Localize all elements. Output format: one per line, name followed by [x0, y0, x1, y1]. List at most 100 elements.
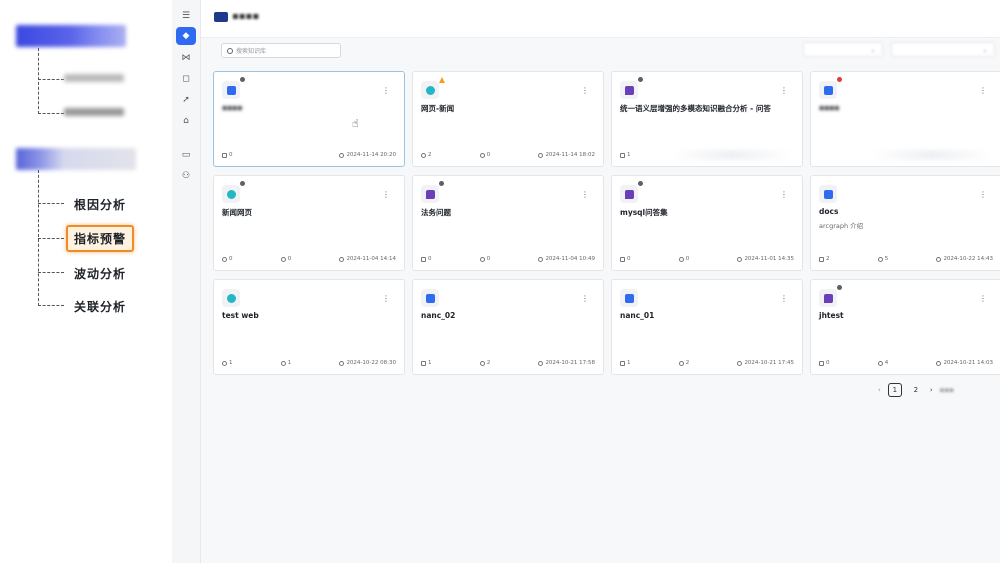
knowledge-icon[interactable]: ◆ [176, 27, 196, 45]
date-value: 2024-11-01 14:35 [744, 256, 794, 262]
date-value: 2024-10-21 17:45 [744, 360, 794, 366]
filter-select-2[interactable]: ⌄ [891, 42, 995, 57]
card-title: test web [222, 311, 259, 320]
card-footer: 0 4 2024-10-21 14:03 [819, 358, 993, 368]
chat-bubble-icon [620, 81, 638, 99]
more-options-icon[interactable]: ⋮ [979, 86, 987, 95]
more-options-icon[interactable]: ⋮ [382, 86, 390, 95]
more-options-icon[interactable]: ⋮ [581, 294, 589, 303]
knowledge-card[interactable]: ⋮ docs arcgraph 介绍 2 5 2024-10-22 14:43 [810, 175, 1000, 271]
link-count-value: 0 [685, 256, 690, 262]
clock-icon [339, 152, 345, 158]
link-count-value: 0 [287, 256, 292, 262]
knowledge-card[interactable]: ⋮ mysql问答集 0 0 2024-11-01 14:35 [611, 175, 803, 271]
updated-date: 2024-10-22 08:30 [339, 360, 396, 366]
tree-item-fluctuation[interactable]: 波动分析 [74, 265, 126, 282]
tree-item-root-cause[interactable]: 根因分析 [74, 196, 126, 213]
link-count-value: 2 [486, 360, 491, 366]
card-footer: 0 0 2024-11-01 14:35 [620, 254, 794, 264]
chat-bubble-icon [819, 289, 837, 307]
card-footer: 1 2 2024-10-21 17:58 [421, 358, 595, 368]
card-title: nanc_01 [620, 311, 655, 320]
clock-icon [538, 360, 544, 366]
search-input[interactable]: 搜索知识库 [221, 43, 341, 58]
chat-bubble-icon [421, 185, 439, 203]
item-count-value: 0 [229, 256, 233, 262]
user-settings-icon[interactable]: ⚇ [179, 169, 193, 183]
knowledge-card[interactable]: ⋮ test web 1 1 2024-10-22 08:30 [213, 279, 405, 375]
more-options-icon[interactable]: ⋮ [979, 190, 987, 199]
more-options-icon[interactable]: ⋮ [780, 86, 788, 95]
list-icon[interactable]: ☰ [179, 9, 193, 23]
status-dot [638, 181, 643, 186]
main-panel: ▪▪▪▪ 搜索知识库 ⌄ ⌄ ⋮ ▪▪▪▪ 0 2024-11-14 20:20 ⋮ 网页… [201, 0, 1000, 563]
item-count-value: 0 [229, 152, 233, 158]
card-footer: 0 0 2024-11-04 14:14 [222, 254, 396, 264]
globe-icon [421, 81, 439, 99]
link-icon [479, 152, 485, 158]
link-count: 1 [280, 360, 291, 366]
rocket-icon[interactable]: ➚ [179, 93, 193, 107]
item-count: 2 [819, 256, 830, 262]
more-options-icon[interactable]: ⋮ [780, 190, 788, 199]
graph-icon[interactable]: ⋈ [179, 51, 193, 65]
search-icon [227, 47, 233, 54]
status-dot [638, 77, 643, 82]
knowledge-card[interactable]: ⋮ ▪▪▪▪ 0 2024-11-14 20:20 [213, 71, 405, 167]
database-icon[interactable]: ⌂ [179, 114, 193, 128]
item-count: 0 [620, 256, 631, 262]
chat-bubble-icon [620, 185, 638, 203]
knowledge-card[interactable]: ⋮ 新闻网页 0 0 2024-11-04 14:14 [213, 175, 405, 271]
updated-date: 2024-11-01 14:35 [737, 256, 794, 262]
knowledge-card[interactable]: ⋮ 统一语义层增强的多模态知识融合分析 - 问答 1 [611, 71, 803, 167]
item-count: 2 [421, 152, 432, 158]
document-icon [819, 185, 837, 203]
knowledge-card[interactable]: ⋮ jhtest 0 4 2024-10-21 14:03 [810, 279, 1000, 375]
page-size-select[interactable]: ▪▪▪ [940, 386, 954, 394]
more-options-icon[interactable]: ⋮ [581, 190, 589, 199]
link-count-value: 0 [486, 256, 491, 262]
updated-date: 2024-10-21 17:58 [538, 360, 595, 366]
more-options-icon[interactable]: ⋮ [382, 294, 390, 303]
date-value: 2024-11-04 10:49 [545, 256, 595, 262]
file-icon [620, 256, 625, 262]
card-title: mysql问答集 [620, 208, 668, 217]
prev-page-button[interactable]: ‹ [878, 386, 881, 394]
knowledge-card[interactable]: ⋮ nanc_02 1 2 2024-10-21 17:58 [412, 279, 604, 375]
page-2-button[interactable]: 2 [909, 383, 923, 397]
filter-select-1[interactable]: ⌄ [803, 42, 883, 57]
page-1-button[interactable]: 1 [887, 383, 902, 397]
chat-icon[interactable]: ◻ [179, 72, 193, 86]
more-options-icon[interactable]: ⋮ [780, 294, 788, 303]
icon-rail: ☰ ◆ ⋈ ◻ ➚ ⌂ ▭ ⚇ [172, 0, 201, 563]
clock-icon [538, 256, 544, 262]
item-count: 0 [222, 152, 233, 158]
item-count-value: 1 [229, 360, 233, 366]
updated-date: 2024-11-14 18:02 [538, 152, 595, 158]
link-count: 5 [877, 256, 888, 262]
knowledge-card[interactable]: ⋮ 网页-新闻 2 0 2024-11-14 18:02 [412, 71, 604, 167]
item-count: 0 [222, 256, 233, 262]
message-icon[interactable]: ▭ [179, 148, 193, 162]
mouse-cursor-icon: ☝ [352, 117, 359, 130]
more-options-icon[interactable]: ⋮ [979, 294, 987, 303]
card-footer: 1 2 2024-10-21 17:45 [620, 358, 794, 368]
tree-item-metric-alert[interactable]: 指标预警 [66, 225, 135, 252]
next-page-button[interactable]: › [930, 386, 933, 394]
item-count-value: 1 [428, 360, 432, 366]
more-options-icon[interactable]: ⋮ [581, 86, 589, 95]
knowledge-card[interactable]: ⋮ nanc_01 1 2 2024-10-21 17:45 [611, 279, 803, 375]
date-value: 2024-10-22 14:43 [943, 256, 993, 262]
file-icon [222, 152, 227, 158]
card-title: 网页-新闻 [421, 104, 455, 113]
more-options-icon[interactable]: ⋮ [382, 190, 390, 199]
knowledge-card[interactable]: ⋮ 法务问题 0 0 2024-11-04 10:49 [412, 175, 604, 271]
knowledge-card[interactable]: ⋮ ▪▪▪▪ [810, 71, 1000, 167]
tree-item-correlation[interactable]: 关联分析 [74, 298, 126, 315]
link-icon [479, 360, 485, 366]
updated-date: 2024-10-21 14:03 [936, 360, 993, 366]
blurred-footer [871, 150, 991, 160]
link-icon [877, 256, 883, 262]
link-icon [678, 360, 684, 366]
file-icon [222, 360, 227, 366]
